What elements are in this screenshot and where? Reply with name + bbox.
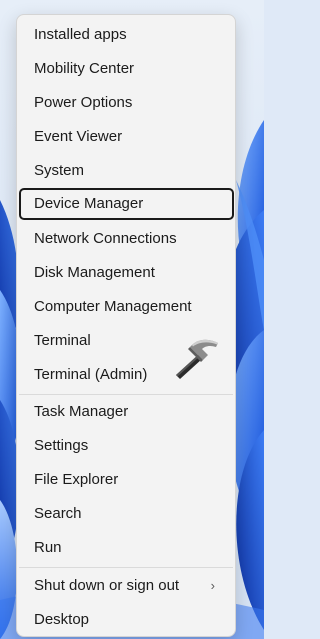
menu-item-label: Mobility Center xyxy=(34,60,135,77)
menu-separator xyxy=(19,567,233,568)
menu-item-search[interactable]: Search xyxy=(19,498,233,530)
menu-item-label: Network Connections xyxy=(34,230,177,247)
menu-item-event-viewer[interactable]: Event Viewer xyxy=(19,121,233,153)
menu-item-label: Run xyxy=(34,539,62,556)
menu-item-file-explorer[interactable]: File Explorer xyxy=(19,464,233,496)
menu-item-settings[interactable]: Settings xyxy=(19,430,233,462)
menu-item-installed-apps[interactable]: Installed apps xyxy=(19,19,233,51)
menu-separator xyxy=(19,394,233,395)
menu-item-label: File Explorer xyxy=(34,471,119,488)
menu-item-desktop[interactable]: Desktop xyxy=(19,604,233,636)
chevron-right-icon: › xyxy=(210,577,215,593)
menu-item-system[interactable]: System xyxy=(19,155,233,187)
menu-item-disk-management[interactable]: Disk Management xyxy=(19,257,233,289)
menu-item-task-manager[interactable]: Task Manager xyxy=(19,396,233,428)
menu-item-device-manager[interactable]: Device Manager xyxy=(19,188,234,220)
menu-item-label: Desktop xyxy=(34,611,90,628)
menu-item-power-options[interactable]: Power Options xyxy=(19,87,233,119)
menu-item-label: Search xyxy=(34,505,82,522)
menu-item-label: Computer Management xyxy=(34,298,192,315)
menu-item-label: Installed apps xyxy=(34,26,127,43)
menu-item-label: Settings xyxy=(34,437,89,454)
menu-item-mobility-center[interactable]: Mobility Center xyxy=(19,53,233,85)
menu-item-label: Disk Management xyxy=(34,264,155,281)
menu-item-label: Terminal (Admin) xyxy=(34,366,148,383)
menu-item-label: System xyxy=(34,162,85,179)
menu-item-label: Event Viewer xyxy=(34,128,123,145)
hammer-logo-icon xyxy=(176,339,218,379)
menu-item-computer-management[interactable]: Computer Management xyxy=(19,291,233,323)
menu-item-label: Shut down or sign out xyxy=(34,577,180,594)
menu-item-label: Device Manager xyxy=(34,195,144,212)
menu-item-shut-down-or-sign-out[interactable]: Shut down or sign out › xyxy=(19,570,233,602)
menu-item-label: Terminal xyxy=(34,332,91,349)
menu-item-label: Task Manager xyxy=(34,403,129,420)
winx-context-menu: Installed apps Mobility Center Power Opt… xyxy=(16,14,236,637)
menu-item-run[interactable]: Run xyxy=(19,532,233,564)
menu-item-label: Power Options xyxy=(34,94,133,111)
menu-item-network-connections[interactable]: Network Connections xyxy=(19,223,233,255)
